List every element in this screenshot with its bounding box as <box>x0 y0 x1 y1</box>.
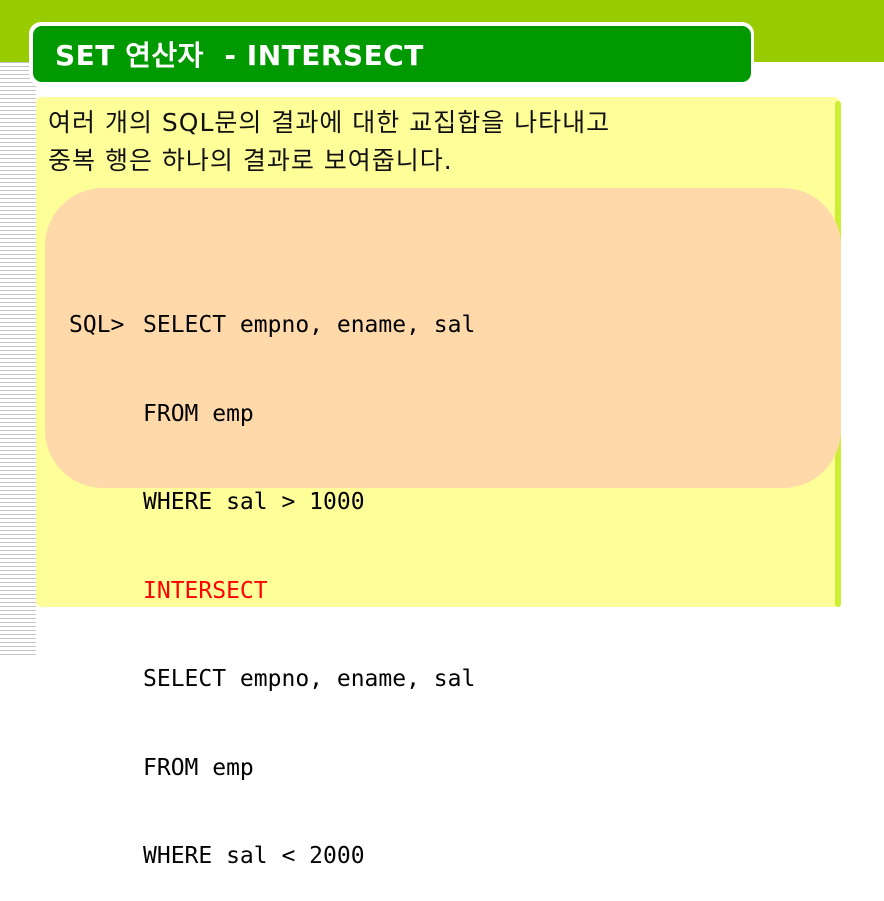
left-stripe-decoration <box>0 62 36 656</box>
sql-prompt: SQL> <box>69 312 125 338</box>
code-line-text: FROM emp <box>143 754 254 781</box>
code-line-text: SELECT empno, ename, sal <box>143 666 476 692</box>
code-line-3: WHERE sal > 1000 <box>69 488 475 518</box>
code-line-text: FROM emp <box>143 400 254 427</box>
code-line-text: SELECT empno, ename, sal <box>143 312 476 338</box>
intro-line-2: 중복 행은 하나의 결과로 보여줍니다. <box>48 146 453 175</box>
title-bar: SET 연산자 - INTERSECT <box>33 26 751 82</box>
code-line-2: FROM emp <box>69 400 475 430</box>
code-line-4: INTERSECT <box>69 577 475 607</box>
intro-text: 여러 개의 SQL문의 결과에 대한 교집합을 나타내고 중복 행은 하나의 결… <box>48 104 828 180</box>
slide-title: SET 연산자 - INTERSECT <box>55 39 424 72</box>
intersect-keyword: INTERSECT <box>143 577 268 604</box>
sql-code-block: SQL> SELECT empno, ename, sal FROM emp WH… <box>69 252 475 901</box>
code-line-7: WHERE sal < 2000 <box>69 842 475 872</box>
code-line-text: WHERE sal < 2000 <box>143 843 365 869</box>
code-line-5: SELECT empno, ename, sal <box>69 665 475 695</box>
code-line-text: WHERE sal > 1000 <box>143 489 365 515</box>
code-line-1: SQL> SELECT empno, ename, sal <box>69 311 475 341</box>
code-line-6: FROM emp <box>69 754 475 784</box>
intro-line-1: 여러 개의 SQL문의 결과에 대한 교집합을 나타내고 <box>48 108 611 137</box>
